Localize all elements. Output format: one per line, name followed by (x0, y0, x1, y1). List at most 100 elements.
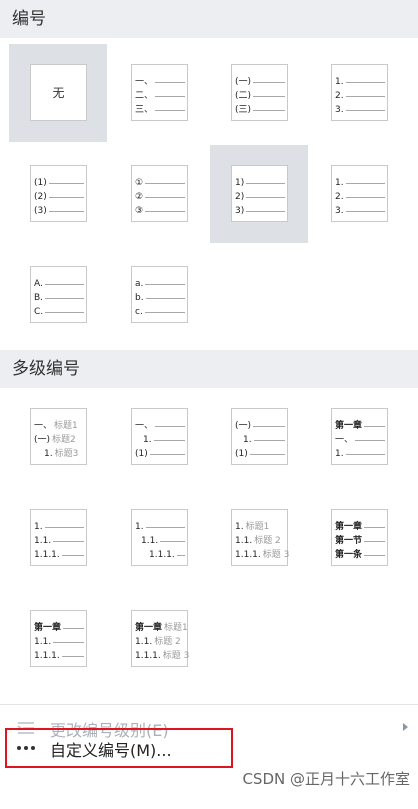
multilevel-option-ml-decimal[interactable]: 1. 1.1. 1.1.1. (9, 489, 107, 587)
preview-row: 1.1. (141, 532, 185, 546)
preview-row: 3. (335, 101, 385, 115)
placeholder-text-line (246, 183, 285, 184)
preview-thumbnail: 无 (30, 64, 87, 121)
preview-thumbnail: 1) 2) 3) (231, 165, 288, 222)
preview-row: 1. (135, 518, 185, 532)
preview-row: 1. (335, 174, 385, 188)
number-marker: ① (135, 178, 144, 188)
placeholder-text-line (253, 440, 285, 441)
preview-row: C. (34, 303, 84, 317)
heading-placeholder: 标题 2 (154, 637, 181, 647)
heading-placeholder: 标题3 (54, 449, 79, 459)
preview-row: (一) 标题2 (34, 431, 84, 445)
placeholder-text-line (345, 110, 385, 111)
multilevel-option-ml-chapter-section[interactable]: 第一章 第一节 第一条 (310, 489, 408, 587)
placeholder-text-line (345, 211, 385, 212)
placeholder-text-line (149, 454, 185, 455)
placeholder-text-line (48, 211, 84, 212)
numbering-option-arabic-paren[interactable]: (1) (2) (3) (9, 145, 107, 243)
preview-thumbnail: 第一章 第一节 第一条 (331, 509, 388, 566)
preview-row: 1. (335, 73, 385, 87)
preview-row: 1.1.1. (34, 546, 84, 560)
numbering-option-chinese-paren[interactable]: (一) (二) (三) (210, 44, 308, 142)
numbering-option-chinese-dun[interactable]: 一、 二、 三、 (110, 44, 208, 142)
preview-row: 1. (143, 431, 185, 445)
preview-thumbnail: 第一章 一、 1. (331, 408, 388, 465)
preview-row: 3) (235, 202, 285, 216)
placeholder-text-line (145, 197, 185, 198)
preview-row: 1.1.1. 标题 3 (135, 647, 189, 661)
number-marker: A. (34, 279, 43, 289)
preview-row: 一、 (135, 417, 185, 431)
menu-divider (0, 704, 418, 705)
number-marker: 三、 (135, 105, 154, 115)
placeholder-text-line (364, 555, 385, 556)
placeholder-text-line (145, 211, 185, 212)
level-marker: 第一章 (34, 623, 62, 633)
multilevel-option-ml-chinese-arabic[interactable]: 一、 1. (1) (110, 388, 208, 486)
numbering-option-circled-number[interactable]: ① ② ③ (110, 145, 208, 243)
numbering-option-upper-alpha-dot[interactable]: A. B. C. (9, 246, 107, 344)
level-marker: 1.1. (141, 536, 159, 546)
preview-row: 一、 (135, 73, 185, 87)
preview-row: 1. (335, 445, 385, 459)
numbering-option-arabic-right-paren[interactable]: 1) 2) 3) (210, 145, 308, 243)
preview-thumbnail: 一、 标题1 (一) 标题2 1. 标题3 (30, 408, 87, 465)
preview-thumbnail: (一) 1. (1) (231, 408, 288, 465)
heading-placeholder: 标题2 (52, 435, 76, 445)
placeholder-text-line (246, 197, 285, 198)
preview-row: 三、 (135, 101, 185, 115)
level-marker: (1) (235, 449, 248, 459)
preview-thumbnail: 1. 1.1. 1.1.1. (30, 509, 87, 566)
placeholder-text-line (44, 527, 84, 528)
numbering-option-arabic-dot-bold[interactable]: 1. 2. 3. (310, 145, 408, 243)
preview-row: ③ (135, 202, 185, 216)
preview-row: 1.1. 标题 2 (235, 532, 285, 546)
preview-row: (3) (34, 202, 84, 216)
level-marker: 1.1.1. (34, 550, 60, 560)
level-marker: 1. (34, 522, 43, 532)
preview-thumbnail: A. B. C. (30, 266, 87, 323)
preview-thumbnail: (1) (2) (3) (30, 165, 87, 222)
preview-thumbnail: ① ② ③ (131, 165, 188, 222)
number-marker: c. (135, 307, 143, 317)
multilevel-option-ml-decimal-indent[interactable]: 1. 1.1. 1.1.1. (110, 489, 208, 587)
multilevel-section-title: 多级编号 (12, 359, 80, 379)
preview-thumbnail: 1. 标题1 1.1. 标题 2 1.1.1. 标题 3 (231, 509, 289, 566)
placeholder-text-line (355, 440, 385, 441)
multilevel-option-ml-chinese-heading[interactable]: 一、 标题1 (一) 标题2 1. 标题3 (9, 388, 107, 486)
numbering-option-arabic-dot[interactable]: 1. 2. 3. (310, 44, 408, 142)
placeholder-text-line (253, 110, 285, 111)
multilevel-option-ml-chapter[interactable]: 第一章 一、 1. (310, 388, 408, 486)
number-marker: (三) (235, 105, 252, 115)
heading-placeholder: 标题1 (245, 522, 270, 532)
placeholder-text-line (53, 541, 84, 542)
placeholder-text-line (145, 527, 185, 528)
placeholder-text-line (345, 96, 385, 97)
preview-row: 一、 (335, 431, 385, 445)
numbering-section-header: 编号 (0, 0, 418, 38)
number-marker: ② (135, 192, 144, 202)
multilevel-option-ml-chapter-decimal-heading[interactable]: 第一章 标题1 1.1. 标题 2 1.1.1. 标题 3 (110, 590, 208, 688)
level-marker: (1) (135, 449, 148, 459)
number-marker: (二) (235, 91, 252, 101)
number-marker: a. (135, 279, 144, 289)
number-marker: 3) (235, 206, 245, 216)
multilevel-option-ml-chapter-decimal[interactable]: 第一章 1.1. 1.1.1. (9, 590, 107, 688)
placeholder-text-line (61, 656, 84, 657)
heading-placeholder: 标题 2 (254, 536, 281, 546)
preview-thumbnail: 一、 1. (1) (131, 408, 188, 465)
level-marker: 1.1.1. (34, 651, 60, 661)
multilevel-option-ml-paren-arabic[interactable]: (一) 1. (1) (210, 388, 308, 486)
preview-row: B. (34, 289, 84, 303)
numbering-option-none[interactable]: 无 (9, 44, 107, 142)
placeholder-text-line (345, 197, 385, 198)
multilevel-option-ml-decimal-heading[interactable]: 1. 标题1 1.1. 标题 2 1.1.1. 标题 3 (210, 489, 308, 587)
placeholder-text-line (44, 284, 84, 285)
numbering-option-lower-alpha-dot[interactable]: a. b. c. (110, 246, 208, 344)
preview-thumbnail: 1. 1.1. 1.1.1. (131, 509, 188, 566)
placeholder-text-line (145, 284, 185, 285)
heading-placeholder: 标题 3 (162, 651, 190, 661)
preview-thumbnail: a. b. c. (131, 266, 188, 323)
placeholder-text-line (145, 183, 185, 184)
